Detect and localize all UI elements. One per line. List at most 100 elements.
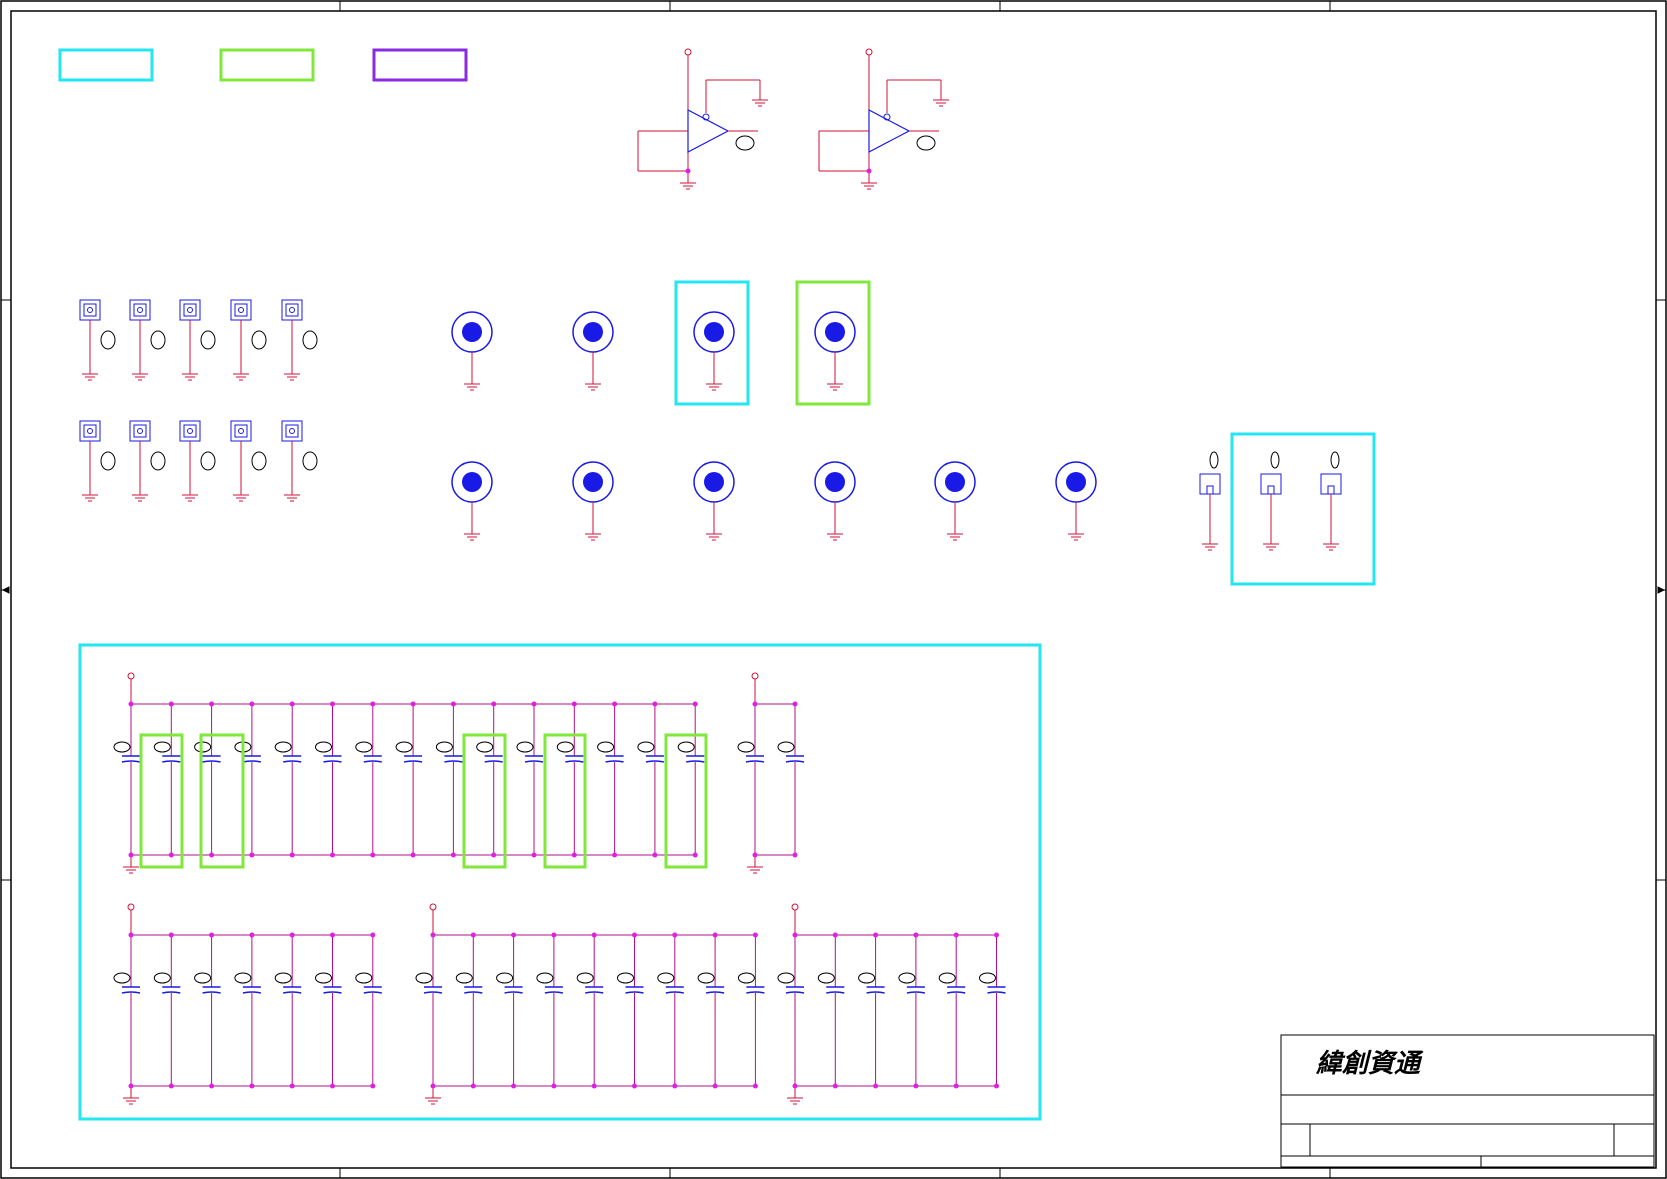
ground-icon — [947, 533, 963, 541]
capacitor-icon — [737, 701, 765, 858]
junction-dot — [712, 932, 718, 938]
junction-dot — [209, 1083, 215, 1089]
mounting-hole-icon — [572, 311, 614, 391]
power-pin-icon — [865, 48, 873, 56]
junction-dot — [168, 932, 174, 938]
capacitor-icon — [274, 932, 302, 1089]
junction-dot — [832, 1083, 838, 1089]
junction-dot — [450, 852, 456, 858]
junction-dot — [571, 852, 577, 858]
junction-dot — [792, 932, 798, 938]
junction-dot — [330, 852, 335, 858]
test-pad-icon — [230, 299, 267, 381]
test-pad-icon — [129, 299, 166, 381]
ground-icon — [233, 494, 249, 502]
ground-icon — [1202, 543, 1218, 551]
capacitor-icon — [777, 701, 805, 858]
buffer-gate-icon — [637, 48, 768, 190]
junction-dot — [994, 1083, 999, 1089]
junction-dot — [370, 852, 376, 858]
junction-dot — [128, 1083, 134, 1089]
ground-icon — [680, 182, 696, 190]
ground-icon — [787, 1097, 803, 1105]
capacitor-icon — [315, 701, 342, 858]
ground-icon — [933, 99, 949, 107]
junction-dot — [672, 1083, 678, 1089]
junction-dot — [209, 852, 215, 858]
legend-box-green — [219, 48, 315, 82]
ground-icon — [827, 383, 843, 391]
junction-dot — [470, 1083, 476, 1089]
capacitor-icon — [194, 701, 221, 858]
capacitor-icon — [153, 932, 181, 1089]
capacitor-icon — [496, 932, 523, 1089]
capacitor-bank — [777, 903, 1006, 1105]
junction-dot — [370, 1083, 376, 1089]
mounting-hole-icon — [451, 311, 493, 391]
ground-icon — [132, 494, 148, 502]
junction-dot — [792, 701, 798, 707]
capacitor-icon — [355, 701, 382, 858]
capacitor-bank — [113, 672, 705, 874]
junction-dot — [430, 1083, 436, 1089]
junction-dot — [692, 701, 698, 707]
junction-dot — [672, 932, 678, 938]
capacitor-bank — [415, 903, 765, 1105]
ground-icon — [464, 383, 480, 391]
junction-dot — [289, 852, 295, 858]
power-pin-icon — [127, 672, 135, 680]
junction-dot — [591, 1083, 597, 1089]
ground-icon — [82, 373, 98, 381]
capacitor-icon — [194, 932, 221, 1089]
ground-icon — [82, 494, 98, 502]
highlight-box-cyan — [1230, 432, 1376, 586]
buffer-gate-icon — [818, 48, 949, 190]
capacitor-icon — [476, 701, 503, 858]
junction-dot — [168, 852, 174, 858]
junction-dot — [289, 701, 295, 707]
junction-dot — [370, 932, 376, 938]
mounting-hole-icon — [693, 311, 735, 391]
ground-icon — [706, 383, 722, 391]
legend-box-purple — [372, 48, 468, 82]
capacitor-bank — [737, 672, 805, 874]
company-name: 緯創資通 — [1315, 1049, 1424, 1079]
capacitor-icon — [355, 932, 382, 1089]
ground-icon — [747, 866, 763, 874]
junction-dot — [330, 932, 335, 938]
ground-icon — [123, 866, 139, 874]
ground-icon — [233, 373, 249, 381]
junction-dot — [873, 1083, 879, 1089]
junction-dot — [511, 1083, 517, 1089]
power-pin-icon — [684, 48, 692, 56]
junction-dot — [511, 932, 517, 938]
mounting-hole-icon — [693, 461, 735, 541]
frame-zone-ticks — [1, 1, 1666, 1178]
capacitor-icon — [556, 701, 584, 858]
test-pad-icon — [230, 420, 267, 502]
junction-dot — [551, 1083, 557, 1089]
test-pad-icon — [281, 299, 318, 381]
junction-dot — [752, 852, 758, 858]
highlight-box-green — [139, 733, 184, 869]
junction-dot — [330, 701, 335, 707]
capacitor-icon — [657, 932, 684, 1089]
ground-icon — [425, 1097, 441, 1105]
connector-pin-icon — [1320, 451, 1342, 551]
ground-icon — [1323, 543, 1339, 551]
ground-icon — [1068, 533, 1084, 541]
capacitor-icon — [395, 701, 423, 858]
ground-icon — [585, 383, 601, 391]
junction-dot — [692, 852, 698, 858]
connector-pin-icon — [1199, 451, 1221, 551]
legend — [58, 48, 468, 82]
capacitor-icon — [455, 932, 483, 1089]
capacitor-icon — [858, 932, 885, 1089]
capacitor-icon — [597, 701, 624, 858]
highlight-box-green — [664, 733, 708, 869]
junction-dot — [913, 932, 919, 938]
junction-dot — [752, 1083, 758, 1089]
connector-pin-section — [1199, 451, 1342, 551]
test-pad-icon — [179, 420, 216, 502]
junction-dot — [832, 932, 838, 938]
